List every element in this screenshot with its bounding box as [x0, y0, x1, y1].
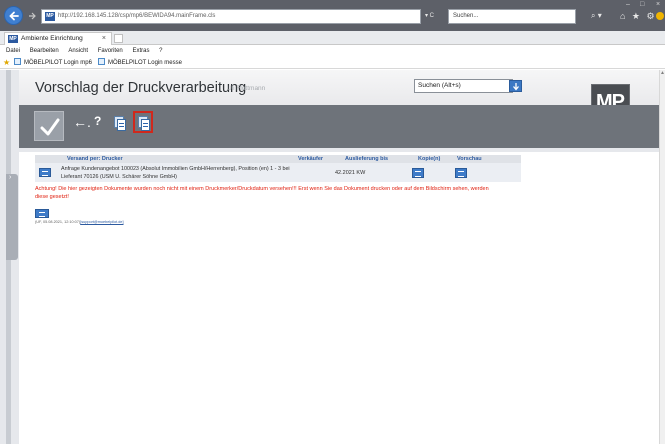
user-name: Uli Flottmann	[227, 85, 266, 92]
content-panel: Versand per: Drucker Verkäufer Ausliefer…	[19, 152, 659, 444]
arrow-down-icon	[513, 83, 519, 91]
copies-button[interactable]	[412, 168, 424, 178]
footer-info: (UF, 05.08.2021, 12:10:07)[support@moebe…	[35, 220, 124, 224]
favorite-login-messe[interactable]: MÖBELPILOT Login messe	[98, 57, 182, 69]
app-toolbar: ←. ?	[19, 105, 659, 148]
maximize-icon[interactable]: □	[640, 1, 644, 8]
tab-bar: MP Ambiente Einrichtung ×	[0, 31, 665, 45]
table-header: Versand per: Drucker Verkäufer Ausliefer…	[35, 155, 521, 163]
scroll-up-icon[interactable]: ▲	[660, 70, 665, 76]
minimize-icon[interactable]: –	[626, 1, 630, 8]
menu-bar: Datei Bearbeiten Ansicht Favoriten Extra…	[0, 46, 665, 57]
menu-datei[interactable]: Datei	[6, 48, 20, 54]
col-versand: Versand per: Drucker	[67, 156, 123, 162]
footer-timestamp: (UF, 05.08.2021, 12:10:07)	[35, 220, 81, 224]
tab-favicon-icon: MP	[8, 35, 18, 43]
page-icon	[14, 58, 21, 65]
back-arrow-button[interactable]: ←.	[73, 115, 91, 129]
window-controls: – □ ×	[604, 1, 662, 11]
menu-extras[interactable]: Extras	[132, 48, 149, 54]
warning-message: Achtung! Die hier gezeigten Dokumente wu…	[35, 186, 489, 200]
menu-bearbeiten[interactable]: Bearbeiten	[30, 48, 59, 54]
page-scrollbar[interactable]: ▲	[659, 70, 665, 444]
highlight-frame	[133, 111, 153, 133]
search-icon[interactable]: ⌕ ▾	[591, 11, 602, 21]
tab-close-icon[interactable]: ×	[102, 33, 106, 45]
search-go-button[interactable]	[509, 80, 522, 92]
menu-help[interactable]: ?	[159, 48, 162, 54]
col-vorschau: Vorschau	[457, 156, 482, 162]
app-area: › Vorschlag der Druckverarbeitung Uli Fl…	[0, 70, 665, 444]
chevron-right-icon[interactable]: ›	[9, 174, 11, 181]
menu-favoriten[interactable]: Favoriten	[98, 48, 123, 54]
favorites-star-icon[interactable]: ★	[3, 58, 10, 68]
arrow-right-icon	[29, 12, 36, 20]
footer-action-button[interactable]	[35, 209, 49, 218]
row-description: Anfrage Kundenangebot 100023 (Absolut Im…	[61, 166, 290, 180]
col-auslieferung: Auslieferung bis	[345, 156, 389, 162]
browser-search-input[interactable]: Suchen...	[448, 9, 576, 24]
home-favorites-settings-icons[interactable]: ⌂ ★ ⚙	[620, 11, 657, 22]
page-title: Vorschlag der Druckverarbeitung	[35, 80, 247, 96]
site-favicon-icon: MP	[45, 12, 55, 21]
url-text: http://192.168.145.128/csp/mp6/BEWIDA94.…	[58, 13, 216, 19]
new-tab-button[interactable]	[114, 34, 123, 43]
tab-ambiente-einrichtung[interactable]: MP Ambiente Einrichtung ×	[4, 32, 112, 45]
browser-titlebar: MP http://192.168.145.128/csp/mp6/BEWIDA…	[0, 0, 665, 31]
help-button[interactable]: ?	[94, 114, 101, 128]
document-print-icon[interactable]	[112, 116, 126, 131]
close-icon[interactable]: ×	[656, 1, 660, 8]
menu-ansicht[interactable]: Ansicht	[68, 48, 88, 54]
back-button[interactable]	[4, 6, 23, 25]
tab-label: Ambiente Einrichtung	[21, 35, 83, 42]
confirm-button[interactable]	[34, 111, 64, 141]
col-kopien: Kopie(n)	[418, 156, 441, 162]
col-verkaeufer: Verkäufer	[298, 156, 324, 162]
favorite-login-mp6[interactable]: MÖBELPILOT Login mp6	[14, 57, 92, 69]
app-search-input[interactable]: Suchen (Alt+s)	[414, 79, 513, 93]
forward-button[interactable]	[25, 9, 39, 23]
table-row: Anfrage Kundenangebot 100023 (Absolut Im…	[35, 163, 521, 182]
sidebar-toggle[interactable]	[6, 174, 18, 260]
address-bar[interactable]: MP http://192.168.145.128/csp/mp6/BEWIDA…	[41, 9, 421, 24]
row-auslieferung: 42.2021 KW	[335, 170, 366, 176]
preview-button[interactable]	[455, 168, 467, 178]
favorites-bar: ★ MÖBELPILOT Login mp6 MÖBELPILOT Login …	[0, 57, 665, 69]
edit-document-icon[interactable]	[39, 168, 51, 177]
feedback-smiley-icon[interactable]	[656, 12, 664, 20]
page-icon	[98, 58, 105, 65]
support-email-link[interactable]: [support@moebelpilot.de]	[80, 220, 123, 224]
checkmark-icon	[40, 118, 60, 136]
refresh-icon[interactable]: ▾ C	[425, 12, 434, 19]
arrow-left-icon	[9, 11, 19, 21]
